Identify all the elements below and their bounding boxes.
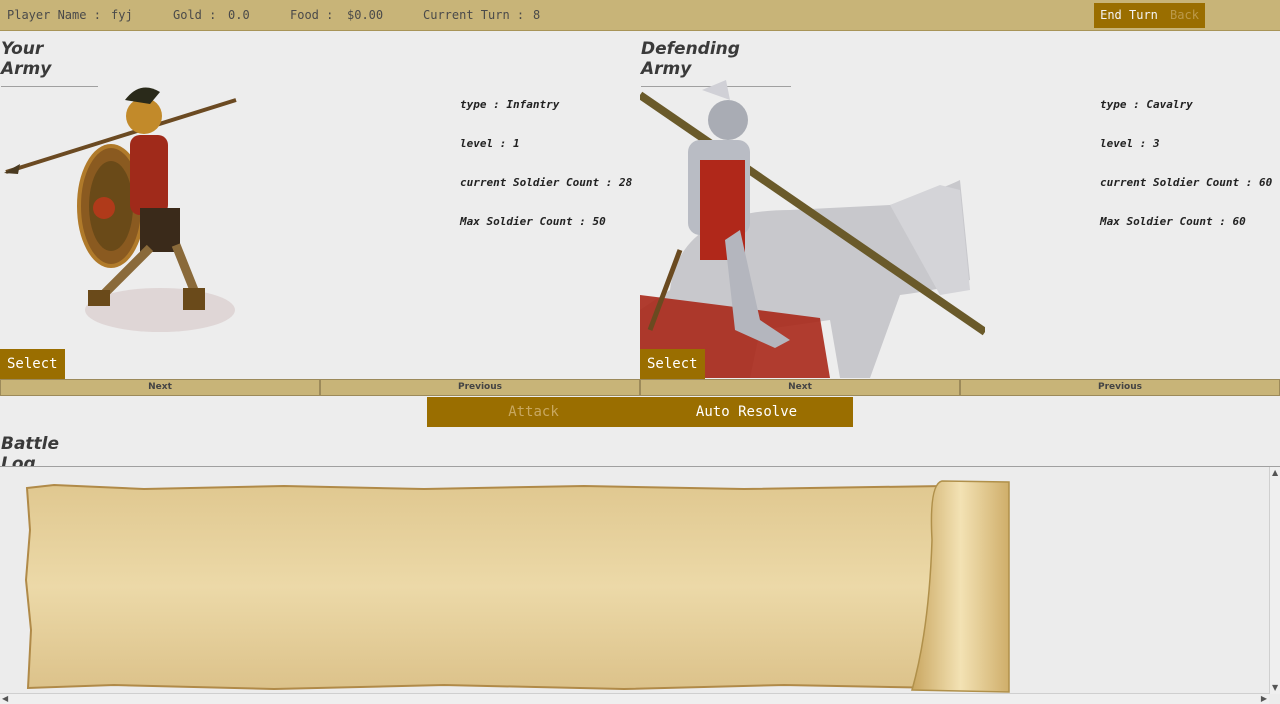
scroll-up-arrow-icon[interactable]: ▲ — [1272, 468, 1278, 478]
gold-value: 0.0 — [228, 8, 250, 22]
food-label: Food : — [290, 8, 334, 22]
infantry-soldier-image — [4, 87, 237, 332]
defending-army-type: type : Cavalry — [1100, 98, 1193, 111]
end-turn-button[interactable]: End Turn — [1094, 3, 1164, 28]
back-button[interactable]: Back — [1164, 3, 1205, 28]
your-army-nav: Next Previous — [0, 379, 640, 396]
current-turn-label: Current Turn : — [423, 8, 525, 22]
log-horizontal-scrollbar[interactable]: ◀ ▶ — [0, 693, 1269, 704]
player-name-value: fyj — [111, 8, 133, 22]
attack-button[interactable]: Attack — [427, 397, 640, 427]
your-army-previous-button[interactable]: Previous — [320, 379, 640, 396]
your-army-current-count: current Soldier Count : 28 — [460, 176, 633, 189]
defending-army-info: type : Cavalry level : 3 current Soldier… — [1100, 72, 1272, 241]
defending-army-nav: Next Previous — [640, 379, 1280, 396]
auto-resolve-button[interactable]: Auto Resolve — [640, 397, 853, 427]
your-army-level: level : 1 — [460, 137, 520, 150]
defending-army-previous-button[interactable]: Previous — [960, 379, 1280, 396]
battle-action-bar: Attack Auto Resolve — [427, 397, 853, 427]
defending-army-level: level : 3 — [1100, 137, 1160, 150]
current-turn-value: 8 — [533, 8, 541, 22]
cavalry-knight-image — [640, 80, 985, 378]
defending-army-max-count: Max Soldier Count : 60 — [1100, 215, 1246, 228]
player-name-label: Player Name : — [7, 8, 101, 22]
log-vertical-scrollbar[interactable]: ▲ ▼ — [1269, 467, 1280, 694]
parchment-scroll-image — [24, 480, 1010, 693]
defending-army-current-count: current Soldier Count : 60 — [1100, 176, 1273, 189]
scroll-right-arrow-icon[interactable]: ▶ — [1261, 694, 1267, 704]
gold-label: Gold : — [173, 8, 217, 22]
top-status-bar: Player Name : fyj Gold : 0.0 Food : $0.0… — [0, 0, 1280, 31]
your-army-select-button[interactable]: Select — [0, 349, 65, 379]
your-army-info: type : Infantry level : 1 current Soldie… — [460, 72, 632, 241]
your-army-next-button[interactable]: Next — [0, 379, 320, 396]
scroll-left-arrow-icon[interactable]: ◀ — [2, 694, 8, 704]
defending-army-select-button[interactable]: Select — [640, 349, 705, 379]
scroll-down-arrow-icon[interactable]: ▼ — [1272, 683, 1278, 693]
your-army-type: type : Infantry — [460, 98, 560, 111]
your-army-max-count: Max Soldier Count : 50 — [460, 215, 606, 228]
food-value: $0.00 — [347, 8, 384, 22]
defending-army-next-button[interactable]: Next — [640, 379, 960, 396]
battle-log-area[interactable]: ▲ ▼ ◀ ▶ — [0, 466, 1280, 704]
